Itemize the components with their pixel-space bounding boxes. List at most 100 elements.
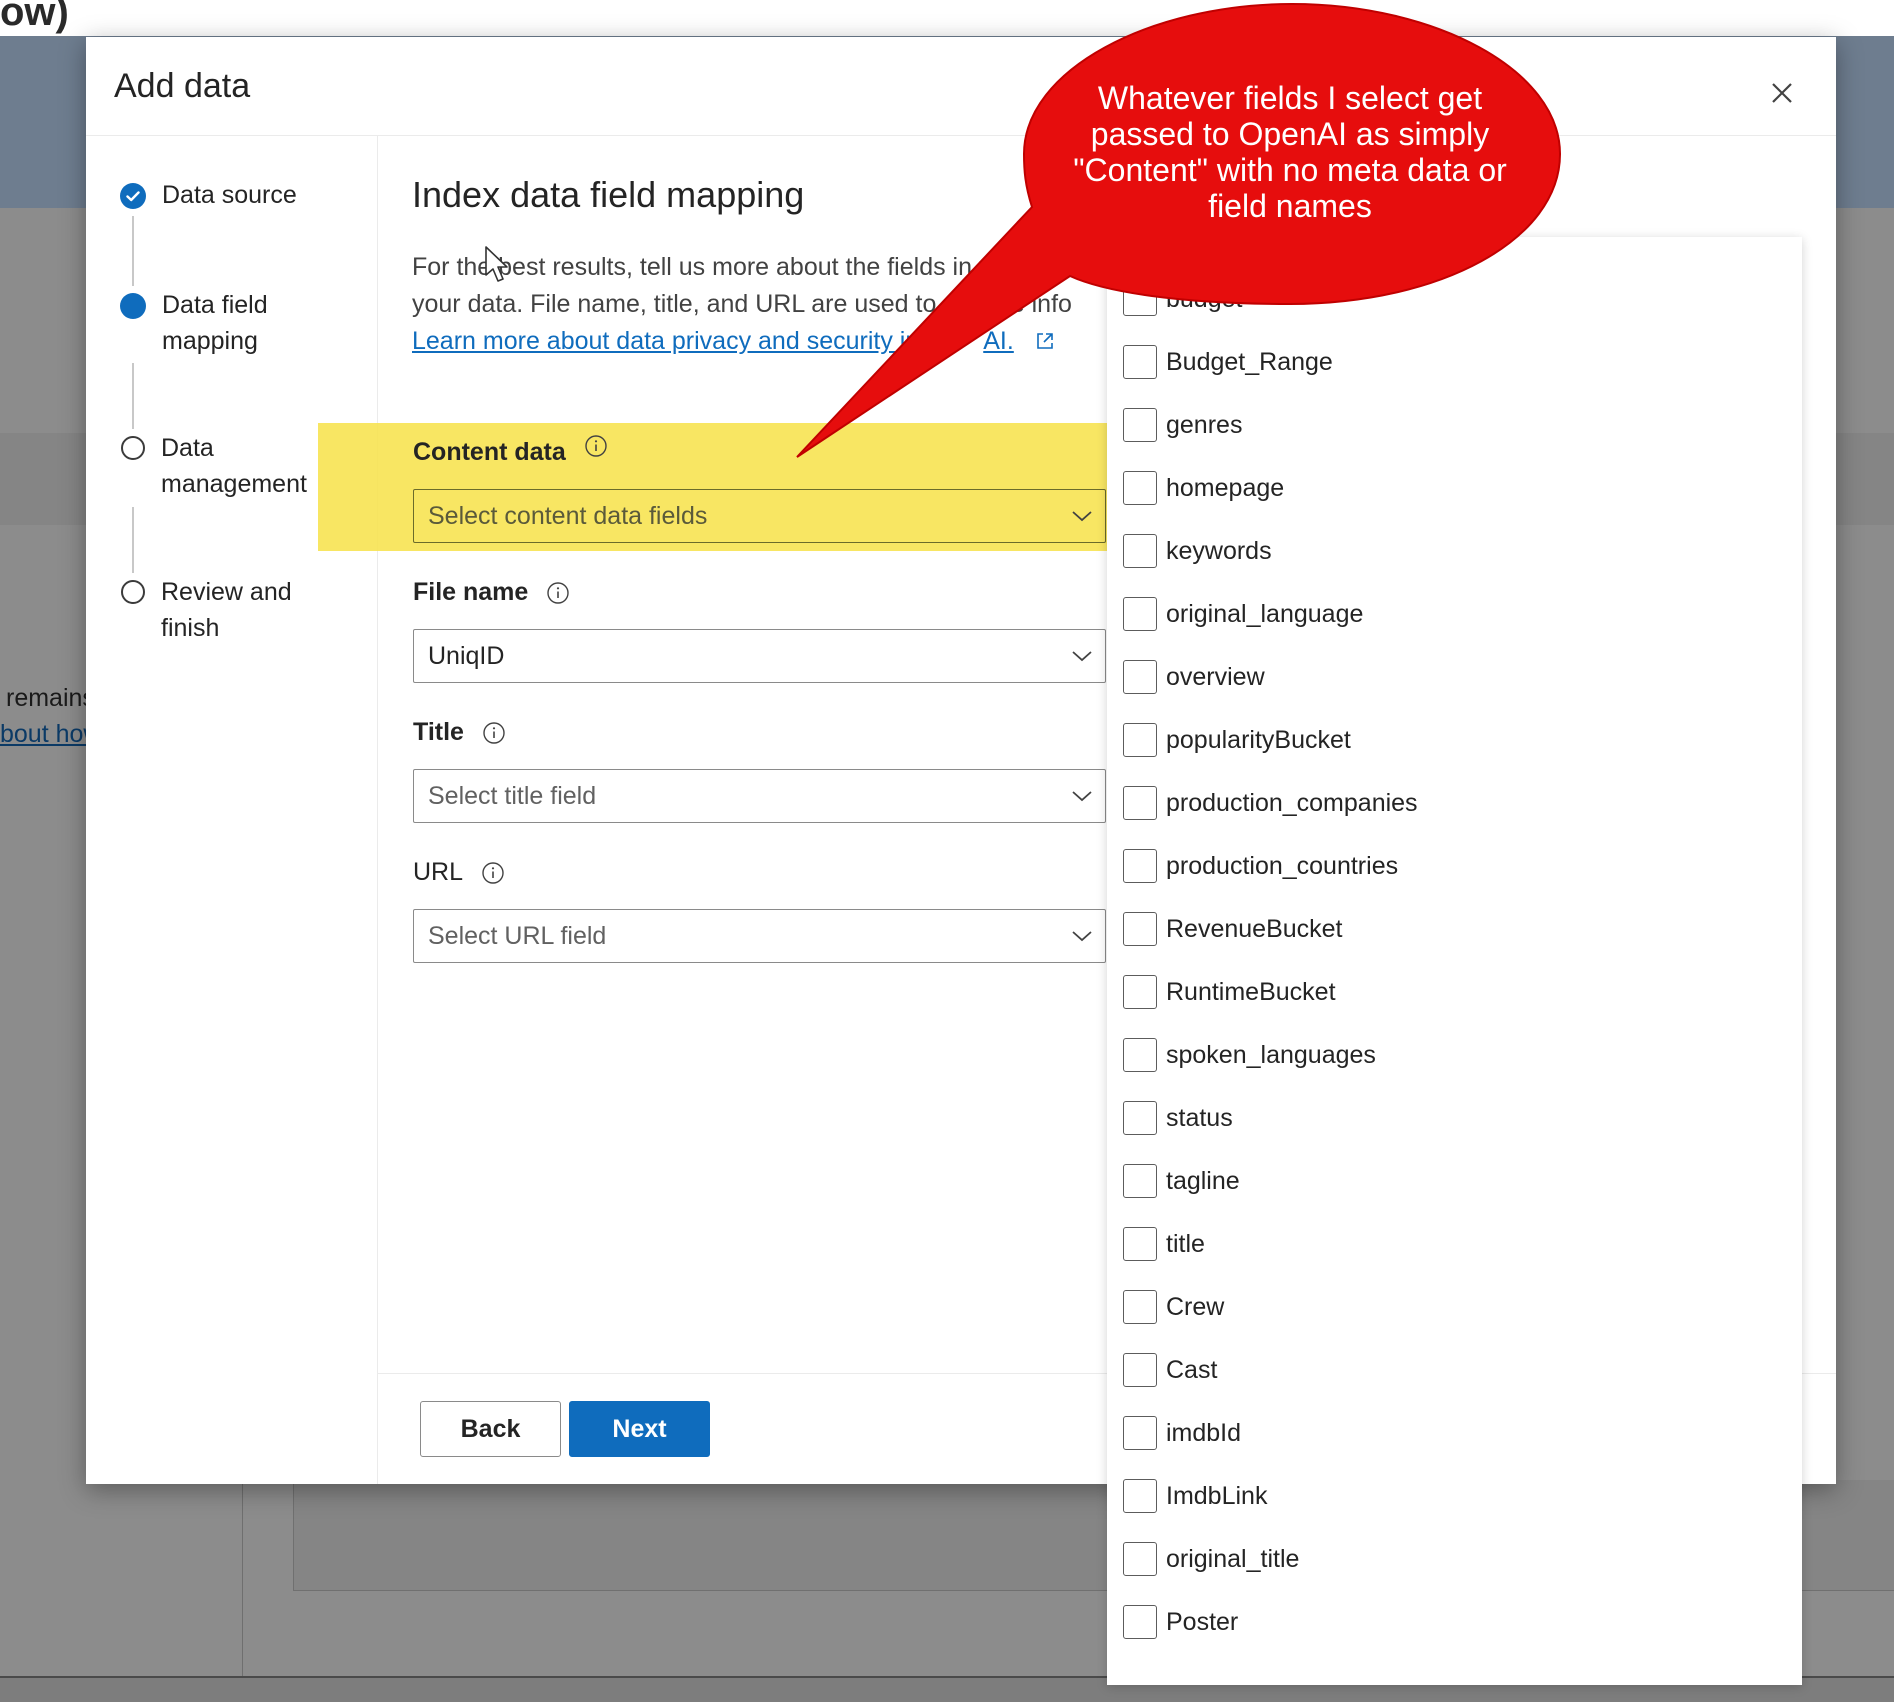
option-item[interactable]: spoken_languages (1123, 1033, 1376, 1077)
checkbox[interactable] (1123, 1101, 1157, 1135)
step-label: Data field mapping (162, 287, 268, 359)
checkbox[interactable] (1123, 723, 1157, 757)
background-top-strip (0, 0, 1894, 36)
checkbox[interactable] (1123, 786, 1157, 820)
checkbox[interactable] (1123, 1479, 1157, 1513)
chevron-down-icon (1072, 511, 1092, 522)
dropdown-placeholder: Select content data fields (428, 501, 708, 530)
checkbox[interactable] (1123, 1164, 1157, 1198)
step-data-management[interactable]: Data management (120, 434, 307, 502)
info-icon[interactable] (546, 581, 570, 605)
field-label-text: Title (413, 718, 464, 746)
learn-more-link-tail[interactable]: AI. (983, 327, 1014, 355)
option-item[interactable]: keywords (1123, 529, 1272, 573)
checkbox[interactable] (1123, 1290, 1157, 1324)
current-step-icon (120, 293, 146, 319)
back-button[interactable]: Back (420, 1401, 561, 1457)
step-data-field-mapping[interactable]: Data field mapping (120, 291, 268, 359)
pending-step-icon (121, 436, 145, 460)
callout-line: field names (1208, 188, 1372, 224)
option-item[interactable]: genres (1123, 403, 1242, 447)
step-review-and-finish[interactable]: Review and finish (120, 578, 292, 646)
option-item[interactable]: production_countries (1123, 844, 1398, 888)
content-data-dropdown[interactable]: Select content data fields (413, 489, 1106, 543)
checkbox[interactable] (1123, 912, 1157, 946)
header-divider (86, 135, 1836, 136)
dropdown-placeholder: Select URL field (428, 921, 607, 950)
option-item[interactable]: Budget_Range (1123, 340, 1333, 384)
field-label-text: URL (413, 858, 464, 886)
checkbox[interactable] (1123, 1227, 1157, 1261)
file-name-dropdown[interactable]: UniqID (413, 629, 1106, 683)
option-item[interactable]: title (1123, 1222, 1205, 1266)
checkbox[interactable] (1123, 471, 1157, 505)
title-dropdown[interactable]: Select title field (413, 769, 1106, 823)
step-connector (132, 216, 134, 286)
step-label: Review and finish (161, 574, 292, 646)
checkbox[interactable] (1123, 1605, 1157, 1639)
learn-more-link[interactable]: Learn more about data privacy and securi… (412, 327, 919, 355)
option-label: ImdbLink (1166, 1481, 1268, 1510)
checkbox[interactable] (1123, 597, 1157, 631)
option-item[interactable]: Cast (1123, 1348, 1217, 1392)
checkbox[interactable] (1123, 1038, 1157, 1072)
option-item[interactable]: status (1123, 1096, 1233, 1140)
field-label-text: File name (413, 578, 529, 606)
title-label: Title (413, 718, 506, 747)
step-connector (132, 507, 134, 573)
step-data-source[interactable]: Data source (120, 181, 297, 213)
option-item[interactable]: RevenueBucket (1123, 907, 1343, 951)
dropdown-value: UniqID (428, 641, 505, 670)
step-label: Data management (161, 430, 307, 502)
option-item[interactable]: popularityBucket (1123, 718, 1351, 762)
option-label: production_companies (1166, 788, 1418, 817)
checkbox[interactable] (1123, 975, 1157, 1009)
background-divider (242, 1480, 243, 1690)
checkbox[interactable] (1123, 1416, 1157, 1450)
option-label: RevenueBucket (1166, 914, 1343, 943)
info-icon[interactable] (584, 434, 608, 458)
step-label-line: Review and (161, 578, 292, 606)
option-item[interactable]: ImdbLink (1123, 1474, 1267, 1518)
option-item[interactable]: production_companies (1123, 781, 1418, 825)
step-label-line: Data field (162, 291, 268, 319)
close-button[interactable] (1762, 73, 1802, 113)
option-label: Crew (1166, 1292, 1225, 1321)
checkbox[interactable] (1123, 1353, 1157, 1387)
option-label: imdbId (1166, 1418, 1242, 1447)
checkbox[interactable] (1123, 849, 1157, 883)
step-label-line: management (161, 470, 307, 498)
info-icon[interactable] (481, 861, 505, 885)
option-label: budget (1166, 284, 1243, 313)
option-item[interactable]: tagline (1123, 1159, 1240, 1203)
option-label: keywords (1166, 536, 1272, 565)
option-item[interactable]: Poster (1123, 1600, 1238, 1644)
option-item[interactable]: Crew (1123, 1285, 1224, 1329)
option-item[interactable]: overview (1123, 655, 1265, 699)
option-label: original_title (1166, 1544, 1300, 1573)
option-item[interactable]: original_language (1123, 592, 1363, 636)
checkbox[interactable] (1123, 408, 1157, 442)
callout-line: passed to OpenAI as simply (1090, 116, 1490, 152)
chevron-down-icon (1072, 931, 1092, 942)
info-icon[interactable] (482, 721, 506, 745)
next-button[interactable]: Next (569, 1401, 710, 1457)
checkbox[interactable] (1123, 282, 1157, 316)
option-label: title (1166, 1229, 1205, 1258)
step-connector (132, 363, 134, 429)
option-label: popularityBucket (1166, 725, 1351, 754)
checkbox[interactable] (1123, 1542, 1157, 1576)
option-item[interactable]: homepage (1123, 466, 1284, 510)
option-item[interactable]: imdbId (1123, 1411, 1241, 1455)
option-item[interactable]: original_title (1123, 1537, 1299, 1581)
checkbox[interactable] (1123, 660, 1157, 694)
option-label: production_countries (1166, 851, 1399, 880)
option-item[interactable]: RuntimeBucket (1123, 970, 1336, 1014)
content-data-label: Content data (413, 434, 608, 467)
step-label: Data source (162, 181, 297, 209)
checkbox[interactable] (1123, 534, 1157, 568)
option-item[interactable]: budget (1123, 277, 1242, 321)
url-dropdown[interactable]: Select URL field (413, 909, 1106, 963)
checkbox[interactable] (1123, 345, 1157, 379)
page-title: Index data field mapping (412, 174, 805, 215)
